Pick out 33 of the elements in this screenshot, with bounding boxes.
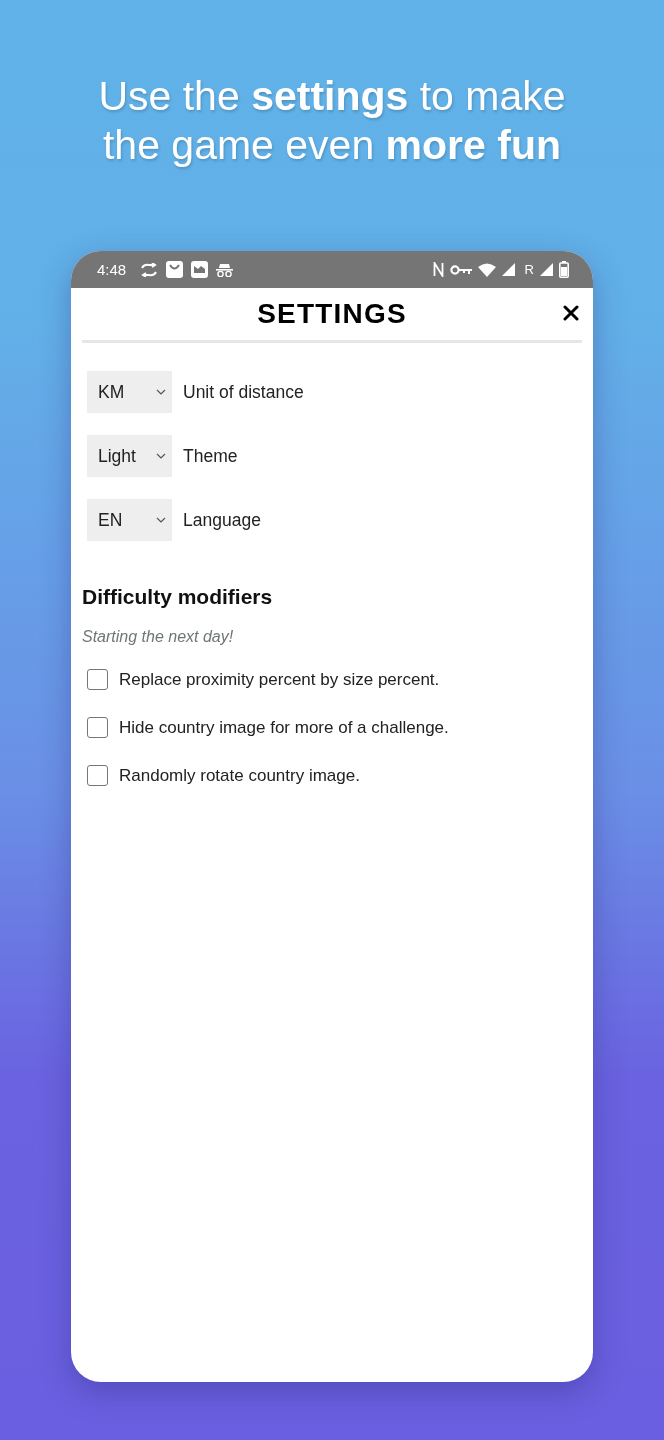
- roaming-indicator: R: [524, 262, 534, 277]
- checkbox[interactable]: [87, 717, 108, 738]
- select-dropdown[interactable]: Light: [87, 435, 172, 477]
- checkbox-label: Hide country image for more of a challenge.: [119, 717, 449, 738]
- checkbox-label: Randomly rotate country image.: [119, 765, 360, 786]
- select-dropdown[interactable]: KM: [87, 371, 172, 413]
- bag-icon: [166, 261, 184, 278]
- status-time: 4:48: [97, 261, 127, 278]
- wifi-icon: [477, 262, 496, 277]
- checkbox-label: Replace proximity percent by size percent.: [119, 669, 440, 690]
- nfc-icon: [432, 262, 444, 277]
- dialog-title: SETTINGS: [257, 298, 407, 330]
- setting-label: Theme: [183, 445, 238, 467]
- image-icon: [191, 261, 209, 278]
- headline: Use the settings to make the game even more fun: [97, 72, 567, 170]
- chevron-down-icon: [156, 389, 166, 395]
- close-button[interactable]: [563, 305, 579, 321]
- battery-icon: [559, 261, 569, 278]
- key-icon: [449, 263, 472, 276]
- chevron-down-icon: [156, 517, 166, 523]
- section-note: Starting the next day!: [82, 628, 235, 646]
- checkbox[interactable]: [87, 669, 108, 690]
- close-icon: [563, 305, 579, 321]
- signal-icon: [501, 263, 515, 276]
- chevron-down-icon: [156, 453, 166, 459]
- setting-label: Unit of distance: [183, 381, 304, 403]
- select-dropdown[interactable]: EN: [87, 499, 172, 541]
- arrows-icon: [140, 262, 159, 277]
- incognito-icon: [216, 262, 234, 277]
- checkbox[interactable]: [87, 765, 108, 786]
- signal-icon: [540, 263, 553, 276]
- section-heading: Difficulty modifiers: [82, 584, 274, 610]
- setting-label: Language: [183, 509, 261, 531]
